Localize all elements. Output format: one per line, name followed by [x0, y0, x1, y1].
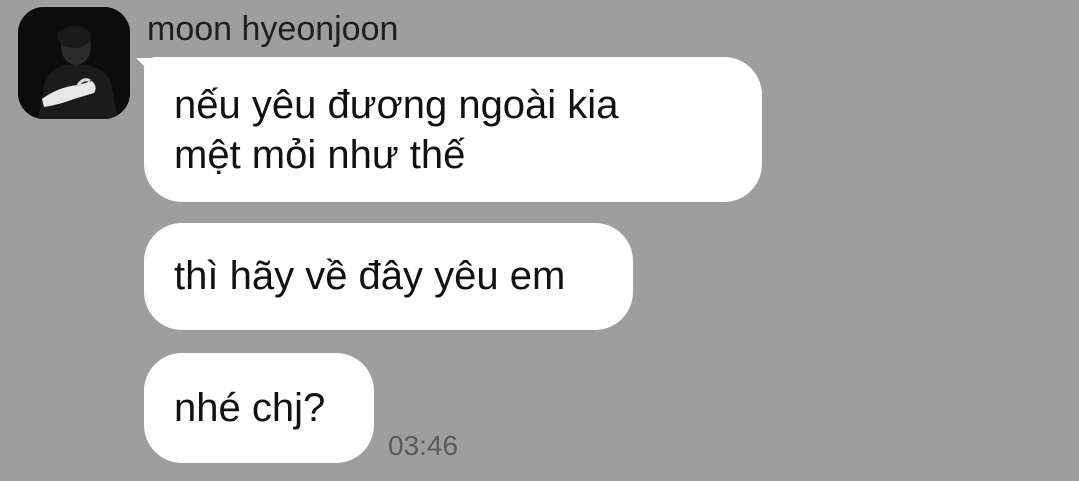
- avatar[interactable]: [18, 7, 130, 119]
- message-bubble[interactable]: nếu yêu đương ngoài kia mệt mỏi như thế: [144, 57, 762, 202]
- sender-name: moon hyeonjoon: [147, 10, 399, 48]
- message-text: nhé chj?: [174, 386, 326, 430]
- message-timestamp: 03:46: [388, 430, 459, 461]
- message-bubble[interactable]: thì hãy về đây yêu em: [144, 223, 633, 330]
- message-bubble[interactable]: nhé chj?: [144, 353, 374, 463]
- message-text: mệt mỏi như thế: [174, 133, 466, 177]
- person-silhouette-icon: [18, 7, 130, 119]
- message-text: thì hãy về đây yêu em: [174, 254, 566, 298]
- message-text: nếu yêu đương ngoài kia: [174, 83, 619, 127]
